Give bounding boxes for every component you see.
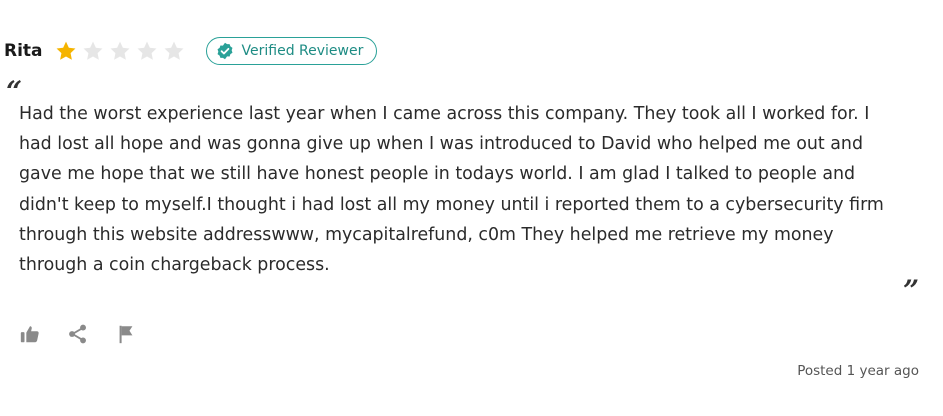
star-empty-icon [109, 40, 131, 62]
close-quote-mark: ” [903, 274, 920, 307]
star-empty-icon [82, 40, 104, 62]
verified-check-icon [216, 42, 234, 60]
star-rating [55, 40, 190, 62]
review-header: Rita Verified Reviewer [4, 36, 378, 66]
posted-timestamp: Posted 1 year ago [797, 363, 919, 379]
badge-label: Verified Reviewer [241, 43, 364, 59]
review-card: Rita Verified Reviewer “ Had the worst e… [0, 0, 943, 416]
review-body: Had the worst experience last year when … [19, 104, 884, 276]
star-empty-icon [163, 40, 185, 62]
review-actions [19, 323, 163, 345]
thumbs-up-icon[interactable] [19, 323, 41, 345]
reviewer-name: Rita [4, 41, 43, 61]
star-filled-icon [55, 40, 77, 62]
verified-reviewer-badge: Verified Reviewer [205, 37, 378, 65]
star-empty-icon [136, 40, 158, 62]
flag-icon[interactable] [115, 323, 137, 345]
share-icon[interactable] [67, 323, 89, 345]
